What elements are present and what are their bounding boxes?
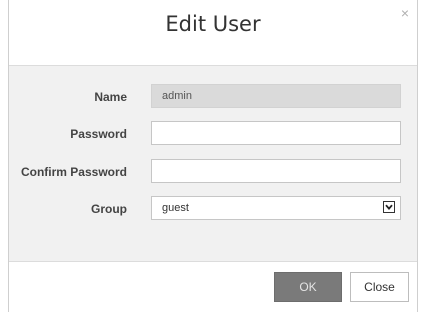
group-select-value: guest [162, 202, 189, 214]
dialog-title: Edit User [165, 12, 261, 36]
edit-user-dialog: Edit User × Name admin Password Confirm … [8, 0, 418, 312]
confirm-password-row: Confirm Password [9, 159, 417, 185]
ok-button[interactable]: OK [274, 272, 342, 302]
dialog-body: Name admin Password Confirm Password Gro… [9, 66, 417, 262]
dialog-footer: OK Close [9, 262, 417, 312]
dialog-header: Edit User × [9, 0, 417, 66]
group-label: Group [91, 202, 127, 216]
password-input[interactable] [151, 121, 401, 145]
password-label: Password [70, 127, 127, 141]
close-icon[interactable]: × [401, 6, 409, 20]
name-label: Name [94, 90, 127, 104]
confirm-password-label: Confirm Password [20, 165, 127, 179]
group-row: Group guest [9, 196, 417, 222]
name-field: admin [151, 84, 401, 108]
name-row: Name admin [9, 84, 417, 110]
confirm-password-input[interactable] [151, 159, 401, 183]
close-button[interactable]: Close [350, 272, 409, 302]
chevron-down-icon[interactable] [383, 201, 395, 213]
group-select[interactable]: guest [151, 196, 401, 220]
password-row: Password [9, 121, 417, 147]
